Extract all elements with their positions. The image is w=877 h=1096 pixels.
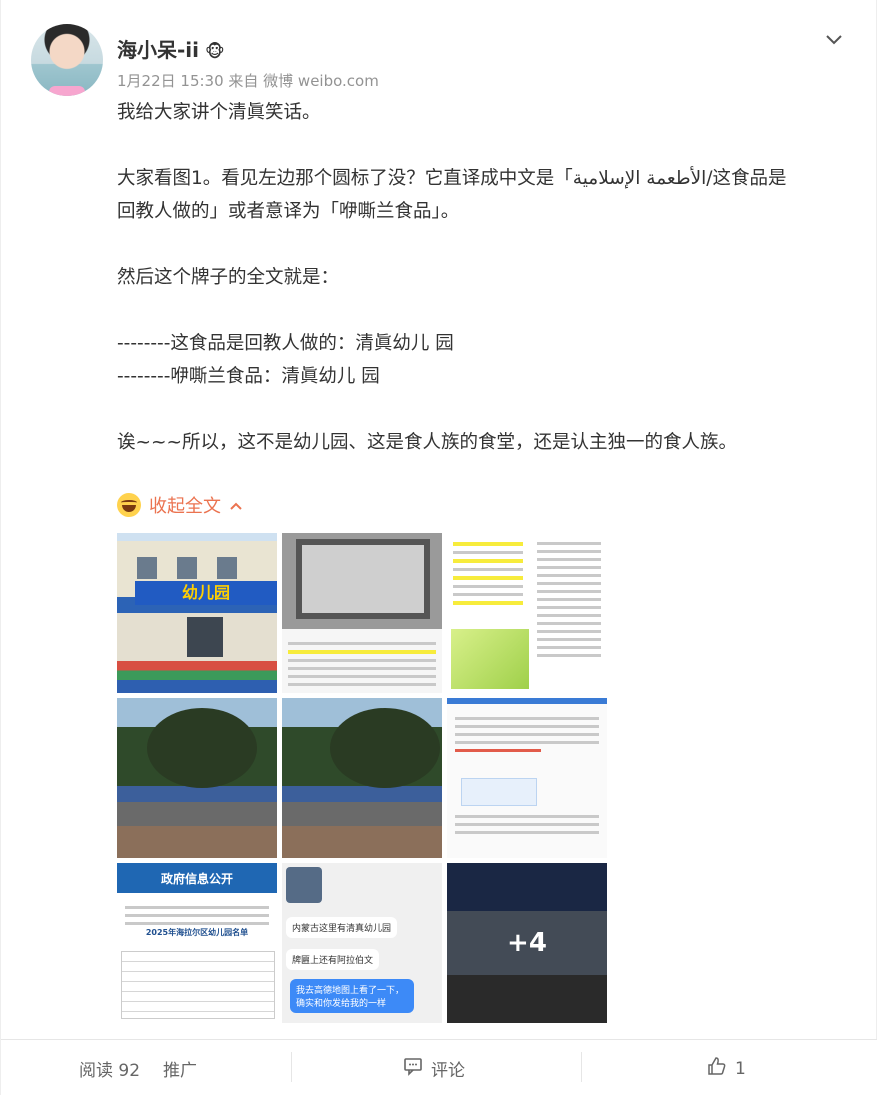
read-count-text: 阅读 92 [79,1061,141,1081]
collapse-full-text-button[interactable]: 收起全文 [117,492,243,518]
image-thumbnail[interactable] [447,533,607,693]
post-header: 海小呆-ii 🐵 1月22日 15:30 来自 微博 weibo.com [31,24,851,96]
paragraph: --------咿嘶兰食品：清眞幼儿 园 [117,366,380,387]
comment-label[interactable]: 评论 [431,1056,465,1081]
comment-button[interactable]: 评论 [403,1056,465,1081]
avatar[interactable] [31,24,103,96]
paragraph: 诶~~~所以，这不是幼儿园、这是食人族的食堂，还是认主独一的食人族。 [117,432,738,453]
gov-notice-subtitle: 2025年海拉尔区幼儿园名单 [145,928,249,937]
username[interactable]: 海小呆-ii 🐵 [117,34,225,63]
weibo-post-card: 海小呆-ii 🐵 1月22日 15:30 来自 微博 weibo.com 我给大家… [0,0,877,1096]
promote-button[interactable]: 推广 [163,1056,197,1081]
chat-bubble: 我去高德地图上看了一下，确实和你发给我的一样 [290,979,414,1013]
paragraph: 然后这个牌子的全文就是： [117,267,340,288]
image-thumbnail[interactable] [282,698,442,858]
post-footer: 阅读 92 推广 评论 1 [1,1039,877,1096]
image-thumbnail[interactable]: 内蒙古这里有清真幼儿园 牌匾上还有阿拉伯文 我去高德地图上看了一下，确实和你发给… [282,863,442,1023]
laughing-emoji-icon [117,493,141,517]
more-images-count[interactable]: +4 [447,863,607,1023]
comment-icon[interactable] [403,1056,423,1081]
like-button[interactable]: 1 [707,1056,746,1081]
image-thumbnail[interactable]: 政府信息公开 2025年海拉尔区幼儿园名单 [117,863,277,1023]
paragraph: 大家看图1。看见左边那个圆标了没？它直译成中文是「الأطعمة الإسلام… [117,168,787,189]
chat-bubble: 内蒙古这里有清真幼儿园 [286,917,398,938]
vip-badge-icon: 🐵 [205,42,225,62]
divider [581,1052,582,1082]
gov-notice-banner: 政府信息公开 [117,863,277,893]
collapse-label[interactable]: 收起全文 [149,492,221,518]
chevron-down-icon[interactable] [825,30,843,45]
image-thumbnail[interactable]: +4 [447,863,607,1023]
post-meta[interactable]: 1月22日 15:30 来自 微博 weibo.com [117,70,379,91]
image-thumbnail[interactable]: 幼儿园 [117,533,277,693]
username-text[interactable]: 海小呆-ii [117,38,199,62]
like-count: 1 [735,1058,746,1079]
promote-label[interactable]: 推广 [163,1056,197,1081]
image-thumbnail[interactable] [117,698,277,858]
read-count: 阅读 92 [79,1056,140,1081]
divider [291,1052,292,1082]
thumbs-up-icon[interactable] [707,1056,727,1081]
post-content: 我给大家讲个清眞笑话。 大家看图1。看见左边那个圆标了没？它直译成中文是「الأ… [117,96,837,459]
chat-bubble: 牌匾上还有阿拉伯文 [286,949,380,970]
image-thumbnail[interactable] [447,698,607,858]
kindergarten-sign: 幼儿园 [135,581,277,605]
paragraph: 回教人做的」或者意译为「咿嘶兰食品」。 [117,201,460,222]
chevron-up-icon[interactable] [229,495,243,516]
paragraph: 我给大家讲个清眞笑话。 [117,102,321,123]
image-thumbnail[interactable] [282,533,442,693]
image-grid: 幼儿园 政府信息公开 2025年海拉尔区幼儿园名单 内蒙古这里有清真幼儿园 牌匾… [117,533,608,1023]
paragraph: --------这食品是回教人做的：清眞幼儿 园 [117,333,454,354]
